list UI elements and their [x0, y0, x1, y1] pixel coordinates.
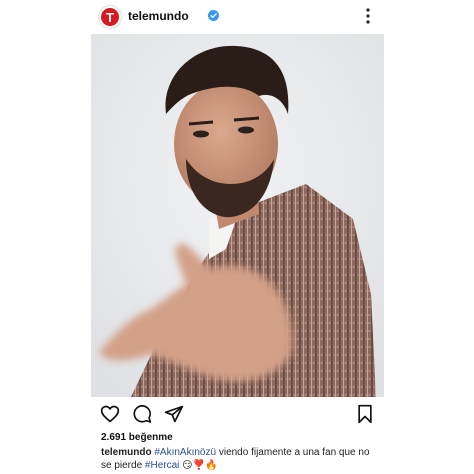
- instagram-post: T telemundo 2.691 beğenme telemundo #Akı…: [91, 0, 384, 474]
- comment-icon[interactable]: [132, 404, 152, 424]
- post-caption: telemundo #AkınAkınözü viendo fijamente …: [101, 446, 381, 472]
- post-header: T telemundo: [91, 0, 384, 34]
- portrait-photo: [91, 34, 384, 397]
- hashtag-link[interactable]: #Hercai: [145, 460, 179, 471]
- post-actions: [91, 400, 384, 428]
- post-image[interactable]: [91, 34, 384, 397]
- caption-username[interactable]: telemundo: [101, 447, 152, 458]
- hashtag-link[interactable]: #AkınAkınözü: [154, 447, 216, 458]
- verified-badge-icon: [208, 10, 219, 21]
- telemundo-logo: T: [101, 8, 119, 26]
- bookmark-icon[interactable]: [355, 404, 375, 424]
- username[interactable]: telemundo: [128, 9, 189, 23]
- likes-count[interactable]: 2.691 beğenme: [101, 432, 173, 443]
- more-options-icon[interactable]: [366, 8, 370, 24]
- share-icon[interactable]: [164, 404, 184, 424]
- caption-emoji: 😏❣️🔥: [179, 460, 218, 471]
- avatar[interactable]: T: [98, 5, 122, 29]
- heart-icon[interactable]: [100, 404, 120, 424]
